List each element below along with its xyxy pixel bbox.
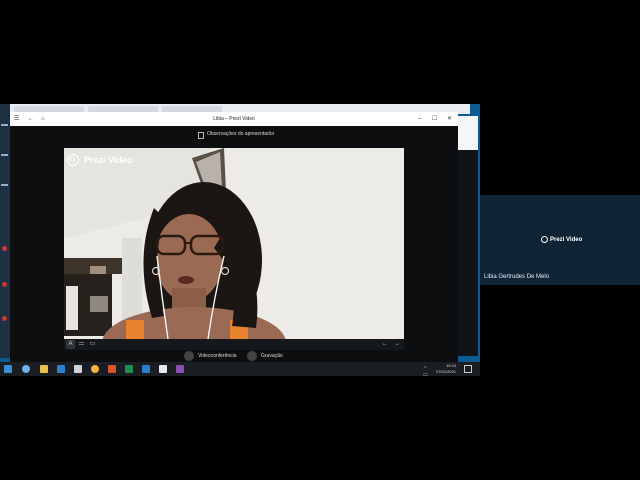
- prezi-video-window: ☰ ← ⌂ Libia – Prezi Video – ☐ ✕ Observaç…: [10, 112, 458, 362]
- close-icon[interactable]: ✕: [447, 112, 452, 126]
- background-window-edge: [458, 116, 478, 356]
- desktop-icon-strip: [0, 104, 10, 358]
- tile-logo-text: Prezi Video: [550, 236, 583, 243]
- shared-screen: ☰ ← ⌂ Libia – Prezi Video – ☐ ✕ Observaç…: [0, 104, 480, 376]
- desktop-icon[interactable]: [1, 124, 8, 126]
- clock[interactable]: 19:24 27/01/2021: [434, 363, 456, 375]
- prezi-logo-icon: [541, 236, 548, 243]
- presenter-toolbar: Observações do apresentador: [10, 126, 458, 142]
- background-window-header: [458, 116, 478, 150]
- word-icon[interactable]: [142, 365, 150, 373]
- powerpoint-icon[interactable]: [108, 365, 116, 373]
- window-title: Libia – Prezi Video: [213, 116, 255, 122]
- explorer-icon[interactable]: [40, 365, 48, 373]
- search-icon[interactable]: [22, 365, 30, 373]
- prezi-logo-text: Prezi Video: [84, 155, 133, 165]
- recording-icon[interactable]: [247, 351, 257, 361]
- videoconference-button[interactable]: Videoconferência: [198, 353, 237, 359]
- minimize-icon[interactable]: –: [418, 112, 421, 126]
- notifications-icon[interactable]: [464, 365, 472, 373]
- clock-date: 27/01/2021: [435, 369, 456, 374]
- video-controls: A ⚏ ▭ ← →: [64, 339, 404, 350]
- prezi-logo-icon: [67, 154, 79, 166]
- window-titlebar: ☰ ← ⌂ Libia – Prezi Video – ☐ ✕: [10, 112, 458, 126]
- excel-icon[interactable]: [125, 365, 133, 373]
- desktop-icon[interactable]: [1, 184, 8, 186]
- recording-button[interactable]: Gravação: [261, 353, 283, 359]
- start-icon[interactable]: [4, 365, 12, 373]
- presenter-notes-button[interactable]: Observações do apresentador: [207, 131, 274, 137]
- screen-button[interactable]: ▭: [88, 340, 97, 349]
- next-slide-arrow-icon[interactable]: →: [392, 340, 402, 349]
- desktop-icon[interactable]: [2, 282, 7, 287]
- chrome-icon[interactable]: [91, 365, 99, 373]
- windows-taskbar: ⌃ ▭ ◁ 19:24 27/01/2021: [0, 362, 480, 376]
- maximize-icon[interactable]: ☐: [432, 112, 437, 126]
- camera-frame-illustration: [64, 148, 404, 339]
- tray-icons[interactable]: ⌃ ▭ ◁: [423, 366, 428, 376]
- videoconference-icon[interactable]: [184, 351, 194, 361]
- edge-icon[interactable]: [57, 365, 65, 373]
- prev-slide-arrow-icon[interactable]: ←: [380, 340, 390, 349]
- notes-icon[interactable]: [198, 132, 204, 139]
- participant-tile[interactable]: Prezi Video Libia Gertrudes De Melo: [480, 195, 640, 285]
- prezi-video-logo: Prezi Video: [67, 153, 132, 167]
- desktop-icon[interactable]: [2, 316, 7, 321]
- notepad-icon[interactable]: [159, 365, 167, 373]
- bottom-bar: Videoconferência Gravação: [10, 350, 458, 362]
- tile-prezi-logo: Prezi Video: [541, 236, 582, 243]
- desktop-icon[interactable]: [1, 154, 8, 156]
- store-icon[interactable]: [74, 365, 82, 373]
- text-tool-button[interactable]: A: [66, 340, 75, 349]
- participant-name: Libia Gertrudes De Melo: [484, 274, 550, 280]
- layout-button[interactable]: ⚏: [77, 340, 86, 349]
- desktop-icon[interactable]: [2, 246, 7, 251]
- prezi-taskbar-icon[interactable]: [176, 365, 184, 373]
- camera-video: Prezi Video: [64, 148, 404, 339]
